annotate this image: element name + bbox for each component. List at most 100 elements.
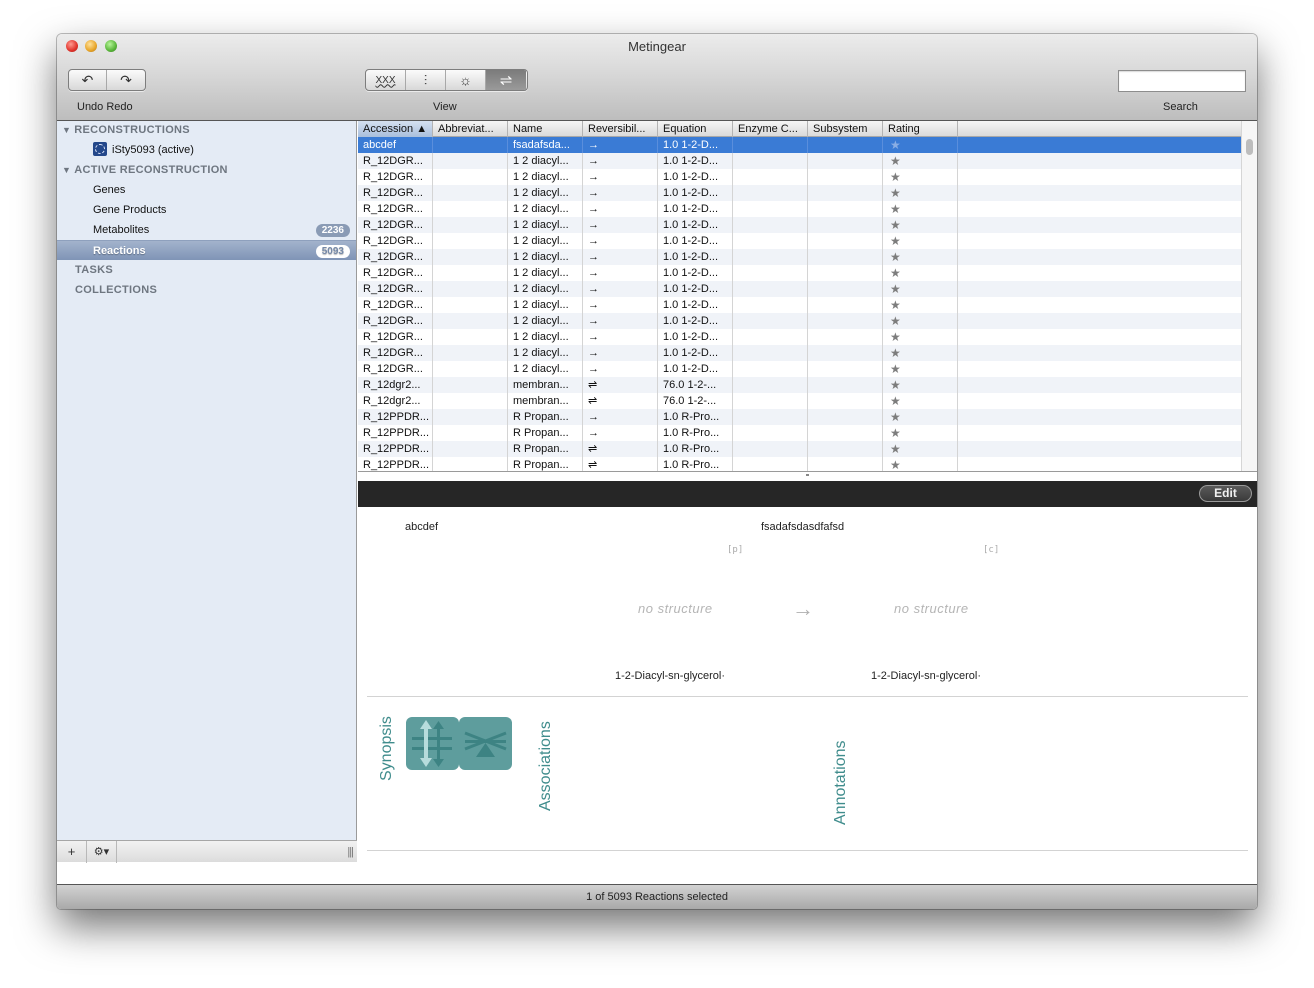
star-rating-icon[interactable]: ★ [883,233,958,249]
cell-accession: R_12DGR... [358,345,433,361]
split-view-handle[interactable] [806,474,809,476]
table-row[interactable]: R_12dgr2... membran... ⇌ 76.0 1-2-... ★ [358,377,1241,393]
star-rating-icon[interactable]: ★ [883,377,958,393]
table-row[interactable]: R_12PPDR... R Propan... ⇌ 1.0 R-Pro... ★ [358,457,1241,471]
group-reconstructions[interactable]: ▼ RECONSTRUCTIONS [62,124,190,136]
column-equation[interactable]: Equation [658,121,733,137]
transport-button[interactable] [459,717,512,770]
star-rating-icon[interactable]: ★ [883,265,958,281]
tab-annotations[interactable]: Annotations [832,740,850,825]
column-reversibility[interactable]: Reversibil... [583,121,658,137]
cell-enzyme [733,169,808,185]
star-rating-icon[interactable]: ★ [883,361,958,377]
cell-filler [958,169,1241,185]
edit-button[interactable]: Edit [1199,485,1252,502]
star-rating-icon[interactable]: ★ [883,409,958,425]
table-row[interactable]: R_12DGR... 1 2 diacyl... → 1.0 1-2-D... ★ [358,201,1241,217]
star-rating-icon[interactable]: ★ [883,441,958,457]
star-rating-icon[interactable]: ★ [883,297,958,313]
group-active-reconstruction[interactable]: ▼ ACTIVE RECONSTRUCTION [62,164,228,176]
star-rating-icon[interactable]: ★ [883,249,958,265]
table-row[interactable]: R_12DGR... 1 2 diacyl... → 1.0 1-2-D... ★ [358,153,1241,169]
star-rating-icon[interactable]: ★ [883,201,958,217]
sidebar-item-genes[interactable]: Genes [57,180,356,200]
cell-reversibility: → [583,297,658,313]
table-row[interactable]: R_12DGR... 1 2 diacyl... → 1.0 1-2-D... ★ [358,185,1241,201]
star-rating-icon[interactable]: ★ [883,457,958,471]
table-row[interactable]: R_12PPDR... R Propan... → 1.0 R-Pro... ★ [358,425,1241,441]
star-rating-icon[interactable]: ★ [883,329,958,345]
table-row[interactable]: R_12DGR... 1 2 diacyl... → 1.0 1-2-D... ★ [358,265,1241,281]
star-rating-icon[interactable]: ★ [883,281,958,297]
genes-view-button[interactable]: ΧΧΧ [366,70,406,90]
cell-accession: R_12DGR... [358,185,433,201]
table-row[interactable]: R_12PPDR... R Propan... ⇌ 1.0 R-Pro... ★ [358,441,1241,457]
star-rating-icon[interactable]: ★ [883,393,958,409]
tab-associations[interactable]: Associations [537,721,555,811]
star-rating-icon[interactable]: ★ [883,217,958,233]
star-rating-icon[interactable]: ★ [883,345,958,361]
resize-grip-icon[interactable]: ||| [347,846,354,858]
sidebar-item-reconstruction[interactable]: iSty5093 (active) [57,140,356,160]
cell-reversibility: → [583,425,658,441]
cell-subsystem [808,329,883,345]
disclosure-triangle-icon[interactable]: ▼ [62,125,71,135]
column-name[interactable]: Name [508,121,583,137]
sidebar-item-gene-products[interactable]: Gene Products [57,200,356,220]
star-rating-icon[interactable]: ★ [883,153,958,169]
edit-equation-button[interactable] [406,717,459,770]
group-tasks[interactable]: TASKS [75,264,113,276]
gene-products-view-button[interactable]: ⫶ [406,70,446,90]
star-rating-icon[interactable]: ★ [883,169,958,185]
star-rating-icon[interactable]: ★ [883,313,958,329]
cell-accession: R_12PPDR... [358,409,433,425]
table-row[interactable]: R_12DGR... 1 2 diacyl... → 1.0 1-2-D... ★ [358,233,1241,249]
table-row[interactable]: R_12DGR... 1 2 diacyl... → 1.0 1-2-D... ★ [358,345,1241,361]
cell-equation: 1.0 R-Pro... [658,457,733,471]
sidebar-item-reactions[interactable]: Reactions 5093 [57,240,356,260]
table-row[interactable]: R_12DGR... 1 2 diacyl... → 1.0 1-2-D... ★ [358,297,1241,313]
search-input[interactable] [1118,70,1246,92]
divider [367,850,1248,851]
cell-enzyme [733,217,808,233]
add-button[interactable]: + [57,840,87,863]
protein-icon: ⫶ [423,71,428,88]
scrollbar-thumb[interactable] [1246,139,1253,155]
cell-equation: 1.0 1-2-D... [658,265,733,281]
table-row[interactable]: R_12DGR... 1 2 diacyl... → 1.0 1-2-D... ★ [358,281,1241,297]
table-row[interactable]: R_12DGR... 1 2 diacyl... → 1.0 1-2-D... ★ [358,329,1241,345]
cell-reversibility: → [583,329,658,345]
star-rating-icon[interactable]: ★ [883,137,958,153]
cell-name: 1 2 diacyl... [508,329,583,345]
undo-redo-control: ↶ ↷ [68,69,146,91]
table-row[interactable]: R_12DGR... 1 2 diacyl... → 1.0 1-2-D... ★ [358,249,1241,265]
disclosure-triangle-icon[interactable]: ▼ [62,165,71,175]
sidebar-item-metabolites[interactable]: Metabolites 2236 [57,220,356,240]
table-row[interactable]: R_12DGR... 1 2 diacyl... → 1.0 1-2-D... ★ [358,313,1241,329]
table-row[interactable]: R_12PPDR... R Propan... → 1.0 R-Pro... ★ [358,409,1241,425]
cell-filler [958,457,1241,471]
table-row[interactable]: R_12DGR... 1 2 diacyl... → 1.0 1-2-D... ★ [358,169,1241,185]
star-rating-icon[interactable]: ★ [883,185,958,201]
cell-reversibility: → [583,201,658,217]
star-rating-icon[interactable]: ★ [883,425,958,441]
reactions-view-button[interactable]: ⇌ [486,70,526,90]
table-row[interactable]: R_12DGR... 1 2 diacyl... → 1.0 1-2-D... ★ [358,217,1241,233]
undo-button[interactable]: ↶ [69,70,108,90]
tab-synopsis[interactable]: Synopsis [378,716,396,781]
table-row[interactable]: abcdef fsadafsda... → 1.0 1-2-D... ★ [358,137,1241,153]
column-accession[interactable]: Accession ▲ [358,121,433,137]
metabolites-view-button[interactable]: ☼ [446,70,486,90]
group-collections[interactable]: COLLECTIONS [75,284,157,296]
cell-reversibility: → [583,217,658,233]
table-row[interactable]: R_12dgr2... membran... ⇌ 76.0 1-2-... ★ [358,393,1241,409]
redo-button[interactable]: ↷ [107,70,145,90]
column-enzyme[interactable]: Enzyme C... [733,121,808,137]
column-subsystem[interactable]: Subsystem [808,121,883,137]
action-menu-button[interactable]: ⚙▾ [87,840,117,863]
cell-reversibility: → [583,409,658,425]
column-rating[interactable]: Rating [883,121,958,137]
vertical-scrollbar[interactable] [1241,121,1257,471]
table-row[interactable]: R_12DGR... 1 2 diacyl... → 1.0 1-2-D... ★ [358,361,1241,377]
column-abbreviation[interactable]: Abbreviat... [433,121,508,137]
